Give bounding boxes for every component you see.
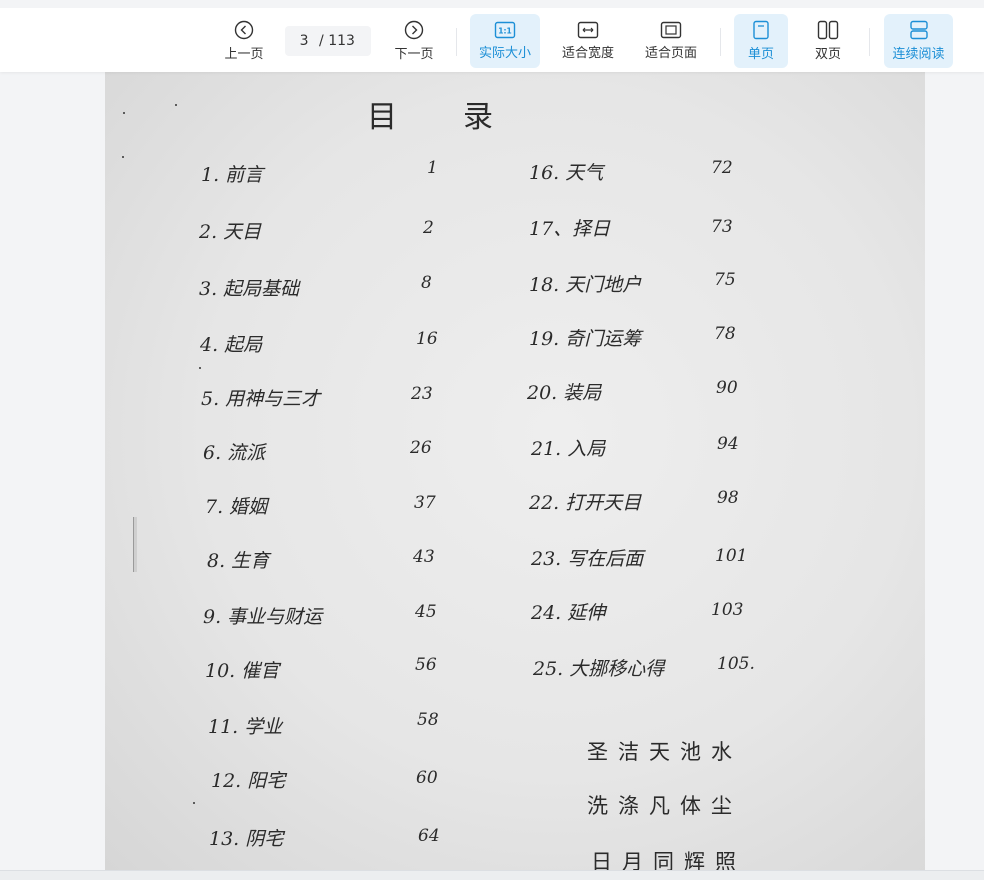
fit-width-label: 适合宽度 bbox=[561, 46, 614, 61]
toc-entry-label: 12. 阳宅 bbox=[211, 770, 286, 792]
single-page-icon bbox=[753, 20, 769, 40]
double-page-button[interactable]: 双页 bbox=[801, 14, 855, 68]
continuous-reading-label: 连续阅读 bbox=[892, 47, 945, 62]
next-page-label: 下一页 bbox=[394, 47, 434, 62]
toc-entry-label: 7. 婚姻 bbox=[205, 496, 268, 518]
double-page-label: 双页 bbox=[814, 47, 841, 62]
next-page-button[interactable]: 下一页 bbox=[388, 14, 440, 68]
scan-speck bbox=[199, 367, 201, 369]
fit-width-icon bbox=[577, 21, 599, 39]
toolbar-divider bbox=[720, 28, 721, 56]
status-bar bbox=[0, 870, 984, 880]
toc-entry-label: 16. 天气 bbox=[529, 162, 604, 184]
toc-entry-label: 17、择日 bbox=[529, 218, 611, 240]
toc-entry-label: 3. 起局基础 bbox=[199, 278, 300, 300]
toc-entry-page: 23 bbox=[411, 384, 433, 404]
toc-entry-page: 73 bbox=[711, 217, 733, 237]
scan-speck bbox=[193, 802, 195, 804]
toc-entry-label: 2. 天目 bbox=[199, 221, 262, 243]
toc-entry-page: 2 bbox=[423, 218, 434, 238]
poem-line: 日月同辉照 bbox=[591, 850, 746, 872]
page-indicator[interactable]: 3 / 113 bbox=[285, 26, 371, 56]
toc-entry-label: 19. 奇门运筹 bbox=[529, 328, 642, 350]
toc-entry-page: 72 bbox=[711, 158, 733, 178]
toolbar: 上一页 3 / 113 下一页 1:1 实际大小 适合宽度 适合页面 单页 双页… bbox=[0, 0, 984, 72]
continuous-scroll-icon bbox=[909, 20, 928, 40]
toc-entry-page: 16 bbox=[416, 329, 438, 349]
toc-entry-label: 21. 入局 bbox=[531, 438, 606, 460]
toc-entry-label: 9. 事业与财运 bbox=[203, 606, 323, 628]
continuous-reading-button[interactable]: 连续阅读 bbox=[884, 14, 953, 68]
fit-page-button[interactable]: 适合页面 bbox=[636, 14, 706, 68]
pdf-reader-app: 上一页 3 / 113 下一页 1:1 实际大小 适合宽度 适合页面 单页 双页… bbox=[0, 0, 984, 880]
actual-size-label: 实际大小 bbox=[478, 46, 531, 61]
toolbar-divider bbox=[869, 28, 870, 56]
toolbar-divider bbox=[456, 28, 457, 56]
toc-entry-label: 24. 延伸 bbox=[531, 602, 606, 624]
toc-entry-page: 75 bbox=[714, 270, 736, 290]
toc-entry-page: 98 bbox=[717, 488, 739, 508]
actual-size-button[interactable]: 1:1 实际大小 bbox=[470, 14, 540, 68]
toc-title: 目 录 bbox=[367, 100, 495, 135]
poem-line: 圣洁天池水 bbox=[587, 740, 742, 764]
single-page-label: 单页 bbox=[747, 47, 774, 62]
toc-entry-label: 23. 写在后面 bbox=[531, 548, 644, 570]
scan-speck bbox=[175, 104, 177, 106]
fit-page-icon bbox=[660, 21, 682, 39]
toc-entry-label: 1. 前言 bbox=[201, 164, 264, 186]
prev-page-label: 上一页 bbox=[224, 47, 264, 62]
svg-text:1:1: 1:1 bbox=[498, 27, 511, 36]
toc-entry-page: 60 bbox=[416, 768, 438, 788]
toc-entry-page: 78 bbox=[714, 324, 736, 344]
fit-width-button[interactable]: 适合宽度 bbox=[553, 14, 623, 68]
toc-entry-page: 64 bbox=[418, 826, 440, 846]
toc-entry-page: 8 bbox=[421, 273, 432, 293]
toc-entry-label: 20. 装局 bbox=[527, 382, 602, 404]
toc-entry-label: 5. 用神与三才 bbox=[201, 388, 321, 410]
toc-entry-label: 22. 打开天目 bbox=[529, 492, 642, 514]
toc-entry-page: 101 bbox=[715, 546, 748, 566]
toc-entry-page: 56 bbox=[415, 655, 437, 675]
toc-entry-label: 6. 流派 bbox=[203, 442, 266, 464]
toc-entry-page: 26 bbox=[410, 438, 432, 458]
scanned-page: 目 录 1. 前言 1 2. 天目 2 3. 起局基础 8 4. 起局 16 5… bbox=[105, 72, 925, 872]
toc-entry-label: 25. 大挪移心得 bbox=[533, 658, 665, 680]
double-page-icon bbox=[817, 20, 839, 40]
toc-entry-page: 43 bbox=[413, 547, 435, 567]
toc-entry-page: 1 bbox=[427, 158, 438, 178]
poem-line: 洗涤凡体尘 bbox=[587, 794, 742, 818]
toc-entry-page: 103 bbox=[711, 600, 744, 620]
toc-entry-label: 8. 生育 bbox=[207, 550, 270, 572]
binding-mark bbox=[133, 517, 137, 572]
toc-entry-label: 11. 学业 bbox=[208, 716, 283, 738]
toc-entry-label: 4. 起局 bbox=[200, 334, 263, 356]
current-page-input[interactable]: 3 bbox=[297, 33, 311, 49]
toc-entry-page: 45 bbox=[415, 602, 437, 622]
prev-page-button[interactable]: 上一页 bbox=[218, 14, 270, 68]
toc-entry-page: 94 bbox=[717, 434, 739, 454]
fit-page-label: 适合页面 bbox=[644, 46, 697, 61]
toc-entry-page: 105. bbox=[717, 654, 755, 674]
toc-entry-label: 13. 阴宅 bbox=[209, 828, 284, 850]
toc-entry-page: 90 bbox=[716, 378, 738, 398]
toc-entry-page: 37 bbox=[414, 493, 436, 513]
scan-speck bbox=[123, 112, 125, 114]
actual-size-icon: 1:1 bbox=[494, 21, 516, 39]
document-viewer[interactable]: 目 录 1. 前言 1 2. 天目 2 3. 起局基础 8 4. 起局 16 5… bbox=[0, 72, 984, 880]
toc-entry-label: 18. 天门地户 bbox=[529, 274, 642, 296]
toc-entry-label: 10. 催官 bbox=[205, 660, 280, 682]
toc-entry-page: 58 bbox=[417, 710, 439, 730]
chevron-right-circle-icon bbox=[404, 20, 424, 40]
single-page-button[interactable]: 单页 bbox=[734, 14, 788, 68]
total-pages: / 113 bbox=[319, 33, 355, 49]
scan-speck bbox=[122, 156, 124, 158]
chevron-left-circle-icon bbox=[234, 20, 254, 40]
